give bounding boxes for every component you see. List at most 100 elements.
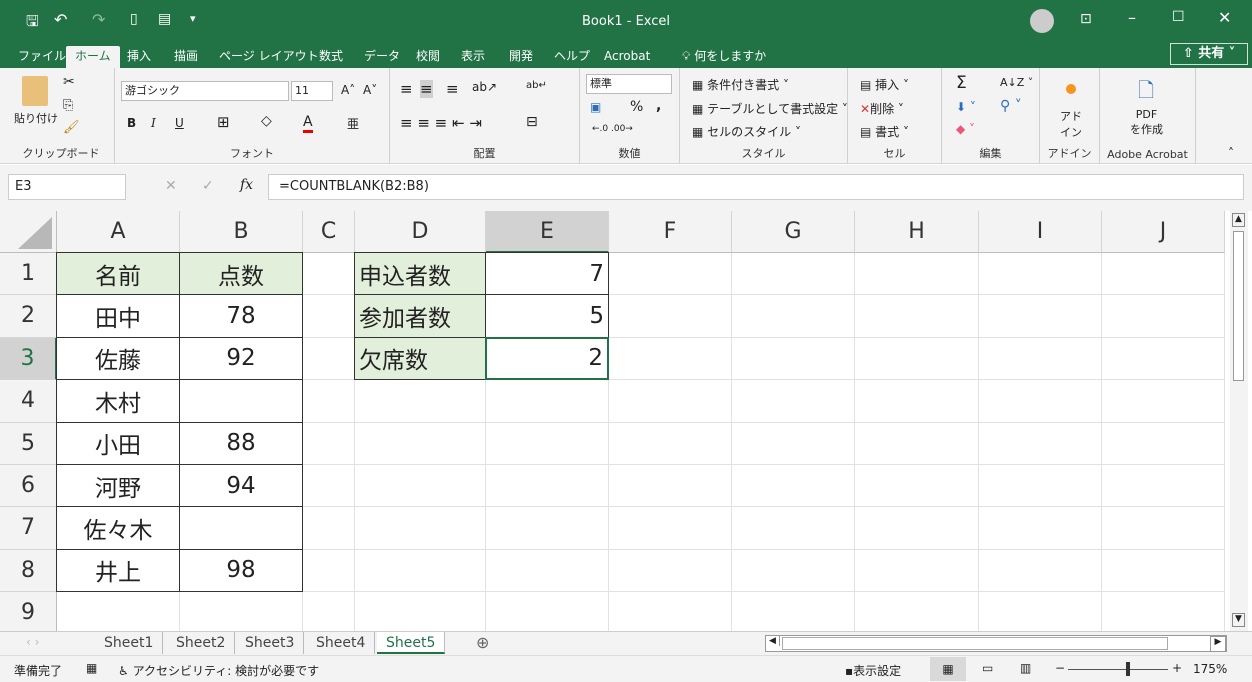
copy-icon[interactable]: ⎘ [63,98,73,113]
tab-page-layout[interactable]: ページ レイアウト [213,46,325,68]
align-bottom-icon[interactable]: ≡ [446,80,459,98]
display-settings-button[interactable]: ▪表示設定 [845,662,901,679]
cell-D6[interactable] [355,465,486,507]
column-header-J[interactable]: J [1102,211,1225,253]
cell-C3[interactable] [303,338,355,380]
cell-H4[interactable] [855,380,979,422]
row-header-1[interactable]: 1 [0,253,57,295]
column-header-A[interactable]: A [57,211,180,253]
row-header-6[interactable]: 6 [0,465,57,507]
print-preview-icon[interactable]: ▯ [130,11,138,27]
accessibility-status[interactable]: ♿︎ アクセシビリティ: 検討が必要です [118,662,319,679]
cell-B8[interactable]: 98 [179,549,303,592]
row-header-8[interactable]: 8 [0,550,57,592]
merge-center-icon[interactable]: ⊟ [526,114,538,130]
phonetic-icon[interactable]: 亜 [347,115,359,132]
tab-help[interactable]: ヘルプ [548,46,596,68]
cell-I9[interactable] [979,592,1102,631]
tab-formulas[interactable]: 数式 [313,46,349,68]
cell-G4[interactable] [732,380,855,422]
autosum-button[interactable]: Σ [956,73,967,93]
cell-A5[interactable]: 小田 [56,422,180,465]
cell-F5[interactable] [609,423,732,465]
underline-button[interactable]: U [175,116,184,130]
column-header-C[interactable]: C [303,211,355,253]
cell-G3[interactable] [732,338,855,380]
tab-view[interactable]: 表示 [455,46,491,68]
cell-G1[interactable] [732,253,855,295]
sheet-tab-sheet2[interactable]: Sheet2 [167,632,235,654]
column-header-D[interactable]: D [355,211,486,253]
cell-F1[interactable] [609,253,732,295]
tab-home[interactable]: ホーム [66,46,120,68]
new-sheet-button[interactable]: ⊕ [476,633,489,652]
cell-D3[interactable]: 欠席数 [354,337,486,380]
formula-input[interactable]: =COUNTBLANK(B2:B8) [268,174,1244,200]
cell-G5[interactable] [732,423,855,465]
vertical-scroll-thumb[interactable] [1233,231,1244,381]
cell-F3[interactable] [609,338,732,380]
tab-data[interactable]: データ [358,46,406,68]
paste-icon[interactable] [22,76,48,106]
row-header-7[interactable]: 7 [0,507,57,549]
cell-F7[interactable] [609,507,732,549]
scroll-right-icon[interactable]: ▶ [1210,636,1226,652]
cell-E2[interactable]: 5 [485,294,609,337]
enter-icon[interactable]: ✓ [202,178,214,194]
cell-I6[interactable] [979,465,1102,507]
align-top-icon[interactable]: ≡ [400,80,413,98]
cell-D1[interactable]: 申込者数 [354,252,486,295]
cell-G2[interactable] [732,295,855,337]
cell-G8[interactable] [732,550,855,592]
cell-E1[interactable]: 7 [485,252,609,295]
cell-C7[interactable] [303,507,355,549]
cell-E3[interactable]: 2 [485,337,609,380]
cell-A2[interactable]: 田中 [56,294,180,337]
comma-button[interactable]: , [656,98,661,114]
italic-button[interactable]: I [151,116,156,130]
bold-button[interactable]: B [127,116,136,130]
tab-review[interactable]: 校閲 [410,46,446,68]
collapse-ribbon-icon[interactable]: ˄ [1228,146,1234,160]
cell-I1[interactable] [979,253,1102,295]
cell-B7[interactable] [179,506,303,549]
insert-cells-button[interactable]: ▤ 挿入 ˅ [860,76,909,93]
cell-B4[interactable] [179,379,303,422]
tab-insert[interactable]: 挿入 [121,46,157,68]
undo-icon[interactable]: ↶ [54,10,67,29]
paste-button[interactable]: 貼り付け [14,110,58,126]
tab-developer[interactable]: 開発 [503,46,539,68]
conditional-formatting-button[interactable]: ▦ 条件付き書式 ˅ [692,76,789,93]
cell-I7[interactable] [979,507,1102,549]
minimize-button[interactable]: – [1128,8,1136,27]
cell-C2[interactable] [303,295,355,337]
name-box[interactable]: E3 [8,174,126,200]
cell-E7[interactable] [486,507,609,549]
cell-H7[interactable] [855,507,979,549]
cell-E9[interactable] [486,592,609,631]
column-header-G[interactable]: G [732,211,855,253]
cell-H5[interactable] [855,423,979,465]
cell-E6[interactable] [486,465,609,507]
wrap-text-icon[interactable]: ab↵ [526,80,547,91]
cell-I8[interactable] [979,550,1102,592]
cell-B9[interactable] [180,592,303,631]
sort-filter-icon[interactable]: A↓Z ˅ [1000,76,1033,89]
cell-D8[interactable] [355,550,486,592]
cell-H9[interactable] [855,592,979,631]
cell-A9[interactable] [57,592,180,631]
cell-C8[interactable] [303,550,355,592]
horizontal-scrollbar[interactable]: ◀ [765,635,1227,652]
cell-J3[interactable] [1102,338,1225,380]
cell-E8[interactable] [486,550,609,592]
row-header-4[interactable]: 4 [0,380,57,422]
cell-H3[interactable] [855,338,979,380]
macro-record-icon[interactable]: ▦ [86,661,97,675]
cell-H8[interactable] [855,550,979,592]
borders-icon[interactable]: ⊞ [217,113,230,131]
vertical-scrollbar[interactable]: ▲ ▼ [1230,211,1248,631]
cell-I2[interactable] [979,295,1102,337]
zoom-out-button[interactable]: − [1055,661,1065,675]
cell-F2[interactable] [609,295,732,337]
column-header-H[interactable]: H [855,211,979,253]
